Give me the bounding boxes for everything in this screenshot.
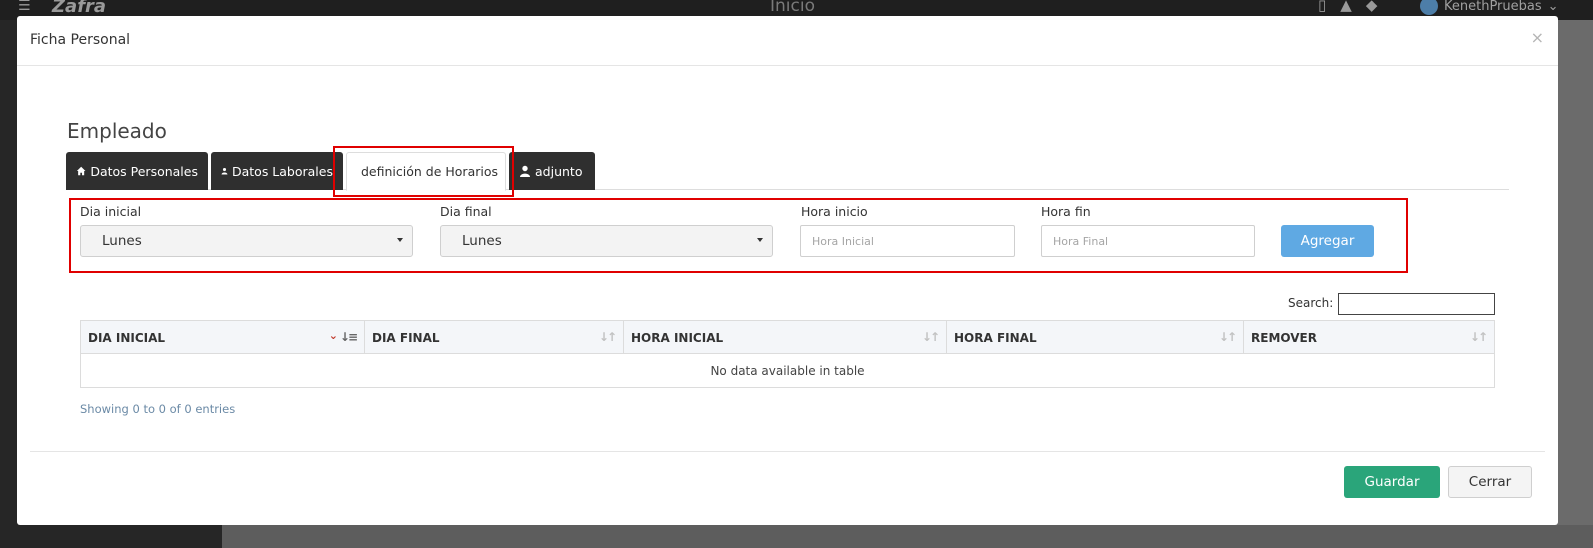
tab-label: Datos Laborales bbox=[231, 163, 333, 179]
dia-inicial-label: Dia inicial bbox=[80, 204, 142, 219]
user-icon bbox=[221, 167, 228, 175]
tab-label: adjunto bbox=[535, 163, 583, 179]
user-name: KenethPruebas bbox=[1444, 0, 1542, 14]
search-input[interactable] bbox=[1338, 293, 1495, 315]
app-toolbar-icons: ▯ ▲ ◆ bbox=[1318, 0, 1377, 14]
column-header-remover[interactable]: REMOVER ↓↑ bbox=[1244, 321, 1494, 354]
agregar-button[interactable]: Agregar bbox=[1281, 225, 1374, 257]
dia-final-select[interactable]: Lunes bbox=[440, 225, 773, 257]
caret-down-icon bbox=[397, 238, 403, 242]
column-header-dia-inicial[interactable]: DIA INICIAL ⌄ ↓≡ bbox=[81, 321, 365, 354]
avatar bbox=[1420, 0, 1438, 15]
section-title: Empleado bbox=[67, 119, 167, 143]
column-header-label: REMOVER bbox=[1251, 330, 1317, 345]
cerrar-button[interactable]: Cerrar bbox=[1448, 466, 1532, 498]
tab-label: definición de Horarios bbox=[361, 164, 498, 179]
home-icon bbox=[76, 166, 86, 176]
hora-fin-input[interactable] bbox=[1041, 225, 1255, 257]
graduation-cap-icon[interactable]: ▲ bbox=[1340, 0, 1352, 14]
search-label: Search: bbox=[1288, 296, 1334, 310]
modal-title: Ficha Personal bbox=[30, 32, 131, 48]
hora-fin-label: Hora fin bbox=[1041, 204, 1091, 219]
menu-icon[interactable]: ☰ bbox=[18, 0, 31, 14]
hora-inicio-label: Hora inicio bbox=[801, 204, 868, 219]
column-header-label: HORA FINAL bbox=[954, 330, 1037, 345]
tab-label: Datos Personales bbox=[90, 163, 198, 179]
table-info: Showing 0 to 0 of 0 entries bbox=[80, 402, 236, 416]
app-page-title: Inicio bbox=[770, 0, 815, 16]
dia-final-value: Lunes bbox=[462, 233, 502, 249]
column-header-label: HORA INICIAL bbox=[631, 330, 724, 345]
tab-adjunto[interactable]: adjunto bbox=[509, 152, 595, 190]
app-bottom-strip bbox=[222, 525, 1593, 548]
tags-icon[interactable]: ◆ bbox=[1366, 0, 1378, 14]
tab-datos-laborales[interactable]: Datos Laborales bbox=[211, 152, 343, 190]
column-header-label: DIA FINAL bbox=[372, 330, 440, 345]
column-header-label: DIA INICIAL bbox=[88, 330, 166, 345]
chevron-down-icon: ⌄ bbox=[328, 329, 338, 342]
dia-final-label: Dia final bbox=[440, 204, 492, 219]
close-icon[interactable]: × bbox=[1531, 28, 1544, 47]
table-header: DIA INICIAL ⌄ ↓≡ DIA FINAL ↓↑ HORA INICI… bbox=[81, 321, 1494, 354]
column-header-hora-final[interactable]: HORA FINAL ↓↑ bbox=[947, 321, 1244, 354]
ficha-personal-modal: Ficha Personal × Empleado Datos Personal… bbox=[17, 16, 1558, 525]
caret-down-icon bbox=[757, 238, 763, 242]
column-header-hora-inicial[interactable]: HORA INICIAL ↓↑ bbox=[624, 321, 947, 354]
user-menu[interactable]: KenethPruebas ⌄ bbox=[1420, 0, 1559, 15]
tab-bar: Datos Personales Datos Laborales definic… bbox=[66, 152, 1509, 191]
horarios-table: DIA INICIAL ⌄ ↓≡ DIA FINAL ↓↑ HORA INICI… bbox=[80, 320, 1495, 388]
sort-desc-icon: ↓≡ bbox=[339, 330, 358, 344]
sort-icon: ↓↑ bbox=[598, 330, 617, 344]
phone-icon[interactable]: ▯ bbox=[1318, 0, 1326, 14]
sort-icon: ↓↑ bbox=[1218, 330, 1237, 344]
dia-inicial-select[interactable]: Lunes bbox=[80, 225, 413, 257]
dia-inicial-value: Lunes bbox=[102, 233, 142, 249]
column-header-dia-final[interactable]: DIA FINAL ↓↑ bbox=[365, 321, 624, 354]
footer-divider bbox=[30, 451, 1545, 452]
app-logo: Zafra bbox=[52, 0, 107, 17]
sort-icon: ↓↑ bbox=[921, 330, 940, 344]
modal-header: Ficha Personal × bbox=[17, 16, 1558, 66]
sort-icon: ↓↑ bbox=[1469, 330, 1488, 344]
chevron-down-icon: ⌄ bbox=[1547, 0, 1559, 14]
tab-definicion-horarios[interactable]: definición de Horarios bbox=[346, 152, 506, 191]
tab-datos-personales[interactable]: Datos Personales bbox=[66, 152, 208, 190]
hora-inicio-input[interactable] bbox=[800, 225, 1015, 257]
guardar-button[interactable]: Guardar bbox=[1344, 466, 1440, 498]
table-empty-row: No data available in table bbox=[710, 363, 865, 378]
user-icon bbox=[520, 165, 530, 177]
